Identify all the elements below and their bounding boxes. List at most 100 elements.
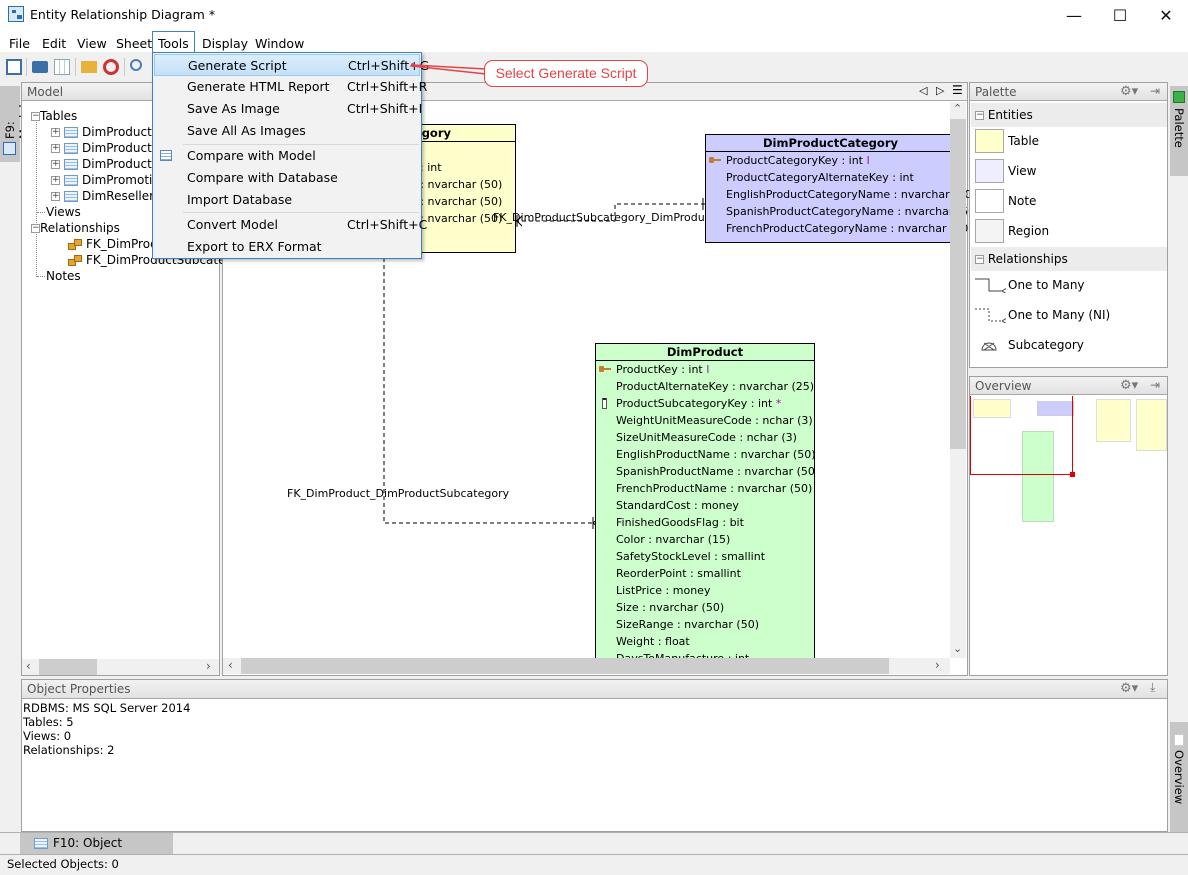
maximize-button[interactable]: ☐ [1097, 0, 1143, 30]
tree-node-relationships[interactable]: −Relationships [31, 220, 120, 236]
pin-icon[interactable]: ⇥ [1150, 378, 1160, 392]
palette-section-entities[interactable]: − Entities [971, 103, 1167, 127]
tree-node-table[interactable]: + DimReseller [51, 188, 154, 204]
entity-attribute[interactable]: SafetyStockLevel : smallint [596, 548, 814, 565]
grid-icon[interactable] [54, 59, 70, 75]
close-button[interactable]: ✕ [1143, 0, 1188, 30]
palette-item-subcategory[interactable]: Subcategory [974, 332, 1084, 358]
relationship-label[interactable]: FK_DimProduct_DimProductSubcategory [287, 487, 509, 500]
collapse-icon[interactable]: − [975, 111, 984, 120]
overview-side-tab[interactable]: F11: Overview [1170, 722, 1188, 832]
gear-icon[interactable]: ⚙▾ [1120, 84, 1138, 99]
tree-node-table[interactable]: + DimPromotion [51, 172, 167, 188]
note-thumb-icon [975, 189, 1004, 213]
tree-node-views[interactable]: Views [46, 204, 81, 220]
palette-item-note[interactable]: Note [974, 188, 1036, 214]
entity-attribute[interactable]: FrenchProductName : nvarchar (50) [596, 480, 814, 497]
layout-icon[interactable] [81, 61, 97, 73]
entity-attribute[interactable]: SizeRange : nvarchar (50) [596, 616, 814, 633]
viewport-resize-handle[interactable] [1070, 472, 1075, 477]
entity-attribute[interactable]: Weight : float [596, 633, 814, 650]
palette-item-one-to-many[interactable]: One to Many [974, 272, 1085, 298]
entity-attribute[interactable]: StandardCost : money [596, 497, 814, 514]
object-properties-tab[interactable]: F10: Object Properties [20, 833, 173, 871]
gear-icon[interactable]: ⚙▾ [1120, 378, 1138, 393]
entity-attribute[interactable]: Size : nvarchar (50) [596, 599, 814, 616]
entity-attribute[interactable]: ProductCategoryAlternateKey : int [706, 169, 955, 186]
scroll-thumb[interactable] [241, 658, 889, 674]
menu-display[interactable]: Display [197, 32, 253, 52]
palette-side-tab[interactable]: F12: Palette [1170, 86, 1188, 176]
entity-attribute[interactable]: Color : nvarchar (15) [596, 531, 814, 548]
entity-attribute[interactable]: WeightUnitMeasureCode : nchar (3) [596, 412, 814, 429]
entity-attribute[interactable]: FinishedGoodsFlag : bit [596, 514, 814, 531]
tree-node-table[interactable]: + DimProduct [51, 124, 152, 140]
table-icon [64, 127, 78, 138]
menu-item-compare-with-model[interactable]: Compare with Model [154, 145, 420, 167]
menu-file[interactable]: File [4, 32, 35, 52]
entity-attribute[interactable]: SpanishProductCategoryName : nvarchar (5… [706, 203, 979, 220]
menu-window[interactable]: Window [250, 32, 309, 52]
menu-item-save-all-as-images[interactable]: Save All As Images [154, 120, 420, 142]
minimize-panel-icon[interactable]: ⤓ [1150, 680, 1155, 695]
save-icon[interactable] [6, 59, 22, 75]
menu-tools[interactable]: Tools [152, 31, 195, 53]
model-hscrollbar[interactable]: ‹ › [22, 659, 219, 675]
menu-item-import-database[interactable]: Import Database [154, 189, 420, 211]
menu-item-save-as-image[interactable]: Save As Image Ctrl+Shift+I [154, 98, 422, 120]
entity-attribute[interactable]: SpanishProductName : nvarchar (50) [596, 463, 814, 480]
palette-item-region[interactable]: Region [974, 218, 1049, 244]
zoom-icon[interactable] [130, 59, 142, 71]
collapse-icon[interactable]: − [31, 224, 40, 233]
entity-attribute[interactable]: ProductCategoryKey : int I [706, 152, 955, 169]
collapse-icon[interactable]: − [975, 255, 984, 264]
overview-viewport[interactable] [970, 396, 1073, 475]
expand-icon[interactable]: + [51, 144, 60, 153]
overview-panel-header: Overview ⚙▾ ⇥ [970, 377, 1167, 395]
canvas-hscrollbar[interactable]: ‹ › [223, 658, 950, 674]
scroll-thumb[interactable] [950, 119, 966, 449]
gear-icon[interactable]: ⚙▾ [1120, 681, 1138, 696]
entity-attribute[interactable]: EnglishProductCategoryName : nvarchar (5… [706, 186, 976, 203]
expand-icon[interactable]: + [51, 128, 60, 137]
entity-attribute[interactable]: EnglishProductName : nvarchar (50) [596, 446, 814, 463]
menu-edit[interactable]: Edit [37, 32, 71, 52]
entity-attribute[interactable]: ReorderPoint : smallint [596, 565, 814, 582]
tree-node-notes[interactable]: Notes [46, 268, 81, 284]
entity-dimproduct[interactable]: DimProduct ProductKey : int I ProductAlt… [595, 343, 815, 661]
palette-section-relationships[interactable]: − Relationships [971, 247, 1167, 271]
minimize-button[interactable]: — [1051, 0, 1097, 30]
table-thumb-icon [975, 129, 1004, 153]
menu-sheet[interactable]: Sheet [111, 32, 157, 52]
entity-attribute[interactable]: ProductKey : int I [596, 361, 814, 378]
expand-icon[interactable]: + [51, 176, 60, 185]
entity-attribute[interactable]: FrenchProductCategoryName : nvarchar (50… [706, 220, 973, 237]
palette-item-table[interactable]: Table [974, 128, 1039, 154]
expand-icon[interactable]: + [51, 192, 60, 201]
collapse-icon[interactable]: − [31, 112, 40, 121]
menu-item-export-to-erx-format[interactable]: Export to ERX Format [154, 236, 420, 258]
pin-icon[interactable]: ⇥ [1150, 84, 1160, 98]
entity-attribute[interactable]: ProductAlternateKey : nvarchar (25) [596, 378, 814, 395]
menu-item-generate-html-report[interactable]: Generate HTML Report Ctrl+Shift+R [154, 76, 427, 98]
menu-item-convert-model[interactable]: Convert Model Ctrl+Shift+C [154, 214, 427, 236]
menu-item-compare-with-database[interactable]: Compare with Database [154, 167, 420, 189]
object-properties-header: Object Properties ⚙▾ ⤓ [22, 680, 1167, 699]
stop-icon[interactable] [103, 59, 119, 75]
model-side-tab[interactable]: F9: Model [0, 86, 31, 162]
menu-item-generate-script[interactable]: Generate Script Ctrl+Shift+G [154, 54, 429, 76]
entity-attribute[interactable]: ListPrice : money [596, 582, 814, 599]
entity-dimproductcategory[interactable]: DimProductCategory ProductCategoryKey : … [705, 134, 979, 243]
print-icon[interactable] [32, 61, 48, 73]
entity-attribute[interactable]: ProductSubcategoryKey : int * [596, 395, 814, 412]
panel-splitter[interactable] [969, 368, 1168, 376]
palette-item-one-to-many-ni[interactable]: One to Many (NI) [974, 302, 1110, 328]
menu-view[interactable]: View [72, 32, 112, 52]
toolbar-separator [26, 58, 27, 76]
expand-icon[interactable]: + [51, 160, 60, 169]
scroll-thumb[interactable] [39, 659, 97, 675]
palette-item-view[interactable]: View [974, 158, 1036, 184]
entity-attribute[interactable]: SizeUnitMeasureCode : nchar (3) [596, 429, 814, 446]
canvas-vscrollbar[interactable]: ⌃ ⌄ [950, 102, 966, 658]
tree-node-tables[interactable]: −Tables [31, 108, 77, 124]
